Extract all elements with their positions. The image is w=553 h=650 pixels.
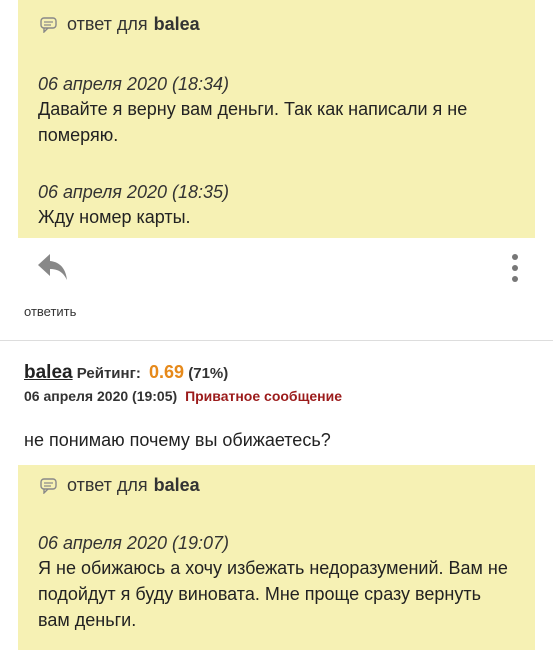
post-header: balea Рейтинг: 0.69 (71%) [24,362,228,384]
reply-arrow-icon [38,254,67,280]
dot [512,254,518,260]
message-text: Жду номер карты. [38,207,191,227]
quoted-reply: ответ для balea 06 апреля 2020 (19:07) Я… [18,465,535,650]
message-timestamp: 06 апреля 2020 (18:35) [38,182,230,202]
private-message-link[interactable]: Приватное сообщение [185,388,342,404]
reply-header: ответ для balea [40,475,200,496]
reply-prefix: ответ для [67,475,148,495]
message-timestamp: 06 апреля 2020 (19:07) [38,533,230,553]
reply-label: ответить [24,304,77,319]
reply-user[interactable]: balea [154,475,200,496]
rating-value: 0.69 [149,362,185,382]
post-date-line: 06 апреля 2020 (19:05) Приватное сообщен… [24,388,342,404]
message-text: Давайте я верну вам деньги. Так как напи… [38,99,468,145]
post-date: 06 апреля 2020 (19:05) [24,388,178,404]
quoted-reply: ответ для balea 06 апреля 2020 (18:34) Д… [18,0,535,238]
reply-user[interactable]: balea [154,14,200,35]
dot [512,265,518,271]
speech-bubble-icon [40,478,57,494]
reply-button[interactable]: ответить [22,252,86,319]
divider [0,340,553,341]
rating-percent: (71%) [188,365,229,382]
reply-header: ответ для balea [40,14,200,35]
dot [512,276,518,282]
message-timestamp: 06 апреля 2020 (18:34) [38,74,230,94]
action-bar: ответить [0,238,553,342]
reply-prefix: ответ для [67,14,148,34]
post-body: не понимаю почему вы обижаетесь? [24,430,331,450]
more-options-button[interactable] [505,254,525,290]
post-username[interactable]: balea [24,362,73,383]
rating-label: Рейтинг: [76,365,141,382]
speech-bubble-icon [40,17,57,33]
message-text: Я не обижаюсь а хочу избежать недоразуме… [38,558,508,630]
